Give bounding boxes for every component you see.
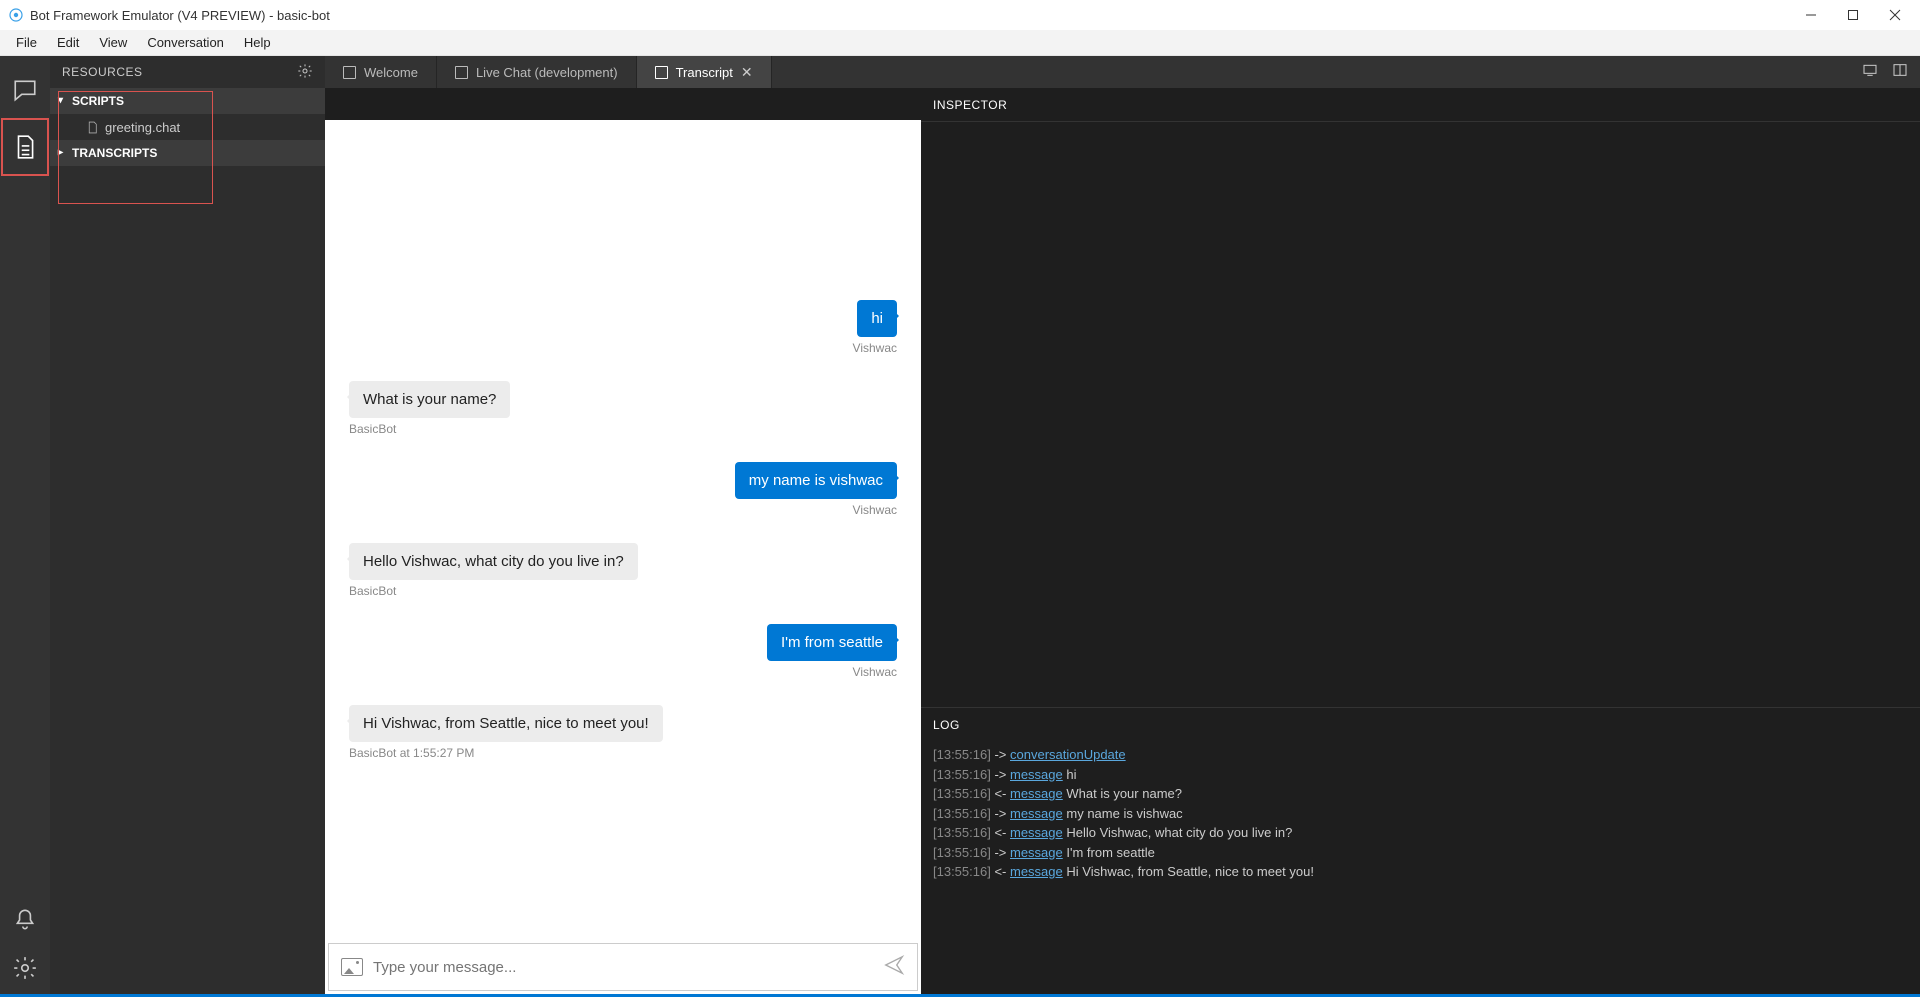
message-group: hi Vishwac [349,300,897,373]
log-type-link[interactable]: message [1010,786,1063,801]
message-group: What is your name? BasicBot [349,381,897,454]
message-meta: Vishwac [853,341,897,355]
tab-welcome[interactable]: Welcome [325,56,437,88]
activity-settings-icon[interactable] [1,946,49,990]
window-close-button[interactable] [1888,8,1902,22]
message-meta: BasicBot at 1:55:27 PM [349,746,474,760]
chat-canvas: hi Vishwac What is your name? BasicBot m… [325,120,921,994]
log-body[interactable]: [13:55:16] -> conversationUpdate [13:55:… [921,741,1920,994]
log-entry: [13:55:16] -> message hi [933,765,1908,785]
file-icon [86,121,99,134]
tab-icon [655,66,668,79]
activity-resources-icon[interactable] [1,118,49,176]
log-type-link[interactable]: message [1010,767,1063,782]
split-editor-icon[interactable] [1892,62,1908,83]
tab-livechat[interactable]: Live Chat (development) [437,56,637,88]
log-header: LOG [921,707,1920,741]
message-group: Hello Vishwac, what city do you live in?… [349,543,897,616]
caret-right-icon: ▸ [58,147,63,158]
log-type-link[interactable]: message [1010,825,1063,840]
message-composer [328,943,918,991]
tree-file-greeting[interactable]: greeting.chat [50,115,325,140]
sidebar-title: RESOURCES [62,65,143,79]
log-entry: [13:55:16] <- message Hello Vishwac, wha… [933,823,1908,843]
send-icon[interactable] [883,954,905,981]
tree-section-label: TRANSCRIPTS [72,146,157,160]
presentation-mode-icon[interactable] [1862,62,1878,83]
message-group: my name is vishwac Vishwac [349,462,897,535]
tree-section-label: SCRIPTS [72,94,124,108]
menubar: File Edit View Conversation Help [0,30,1920,56]
tab-close-icon[interactable]: ✕ [741,64,753,81]
main: RESOURCES ▾ SCRIPTS greeting.chat ▸ TRAN… [0,56,1920,994]
user-message-bubble[interactable]: my name is vishwac [735,462,897,499]
bot-message-bubble[interactable]: Hello Vishwac, what city do you live in? [349,543,638,580]
user-message-bubble[interactable]: hi [857,300,897,337]
message-list[interactable]: hi Vishwac What is your name? BasicBot m… [325,120,921,940]
message-group: Hi Vishwac, from Seattle, nice to meet y… [349,705,897,778]
menu-help[interactable]: Help [234,31,281,54]
message-meta: BasicBot [349,422,396,436]
log-type-link[interactable]: conversationUpdate [1010,747,1126,762]
window-title: Bot Framework Emulator (V4 PREVIEW) - ba… [30,8,1804,23]
log-title: LOG [933,718,960,732]
chat-column: hi Vishwac What is your name? BasicBot m… [325,88,921,994]
content-row: hi Vishwac What is your name? BasicBot m… [325,88,1920,994]
tab-label: Transcript [676,65,733,80]
right-panel: INSPECTOR LOG [13:55:16] -> conversation… [921,88,1920,994]
menu-file[interactable]: File [6,31,47,54]
tab-label: Welcome [364,65,418,80]
caret-down-icon: ▾ [58,95,63,106]
log-type-link[interactable]: message [1010,806,1063,821]
message-input[interactable] [373,959,883,976]
app-icon [8,7,24,23]
activity-chat-icon[interactable] [1,68,49,112]
inspector-header: INSPECTOR [921,88,1920,122]
resource-tree: ▾ SCRIPTS greeting.chat ▸ TRANSCRIPTS [50,88,325,167]
message-meta: BasicBot [349,584,396,598]
bot-message-bubble[interactable]: What is your name? [349,381,510,418]
tree-section-transcripts[interactable]: ▸ TRANSCRIPTS [50,140,325,166]
tab-label: Live Chat (development) [476,65,618,80]
tree-file-label: greeting.chat [105,120,180,135]
editor-area: Welcome Live Chat (development) Transcri… [325,56,1920,994]
activity-notifications-icon[interactable] [1,898,49,942]
log-entry: [13:55:16] <- message What is your name? [933,784,1908,804]
log-entry: [13:55:16] -> message my name is vishwac [933,804,1908,824]
menu-edit[interactable]: Edit [47,31,89,54]
tab-transcript[interactable]: Transcript ✕ [637,56,772,88]
sidebar-settings-icon[interactable] [297,63,313,82]
sidebar: RESOURCES ▾ SCRIPTS greeting.chat ▸ TRAN… [50,56,325,994]
menu-view[interactable]: View [89,31,137,54]
window-maximize-button[interactable] [1846,8,1860,22]
activity-bar [0,56,50,994]
inspector-title: INSPECTOR [933,98,1007,112]
tab-row: Welcome Live Chat (development) Transcri… [325,56,1920,88]
attach-image-icon[interactable] [341,958,363,976]
message-meta: Vishwac [853,665,897,679]
titlebar: Bot Framework Emulator (V4 PREVIEW) - ba… [0,0,1920,30]
log-entry: [13:55:16] -> message I'm from seattle [933,843,1908,863]
tree-section-scripts[interactable]: ▾ SCRIPTS [50,88,325,114]
log-entry: [13:55:16] <- message Hi Vishwac, from S… [933,862,1908,882]
message-group: I'm from seattle Vishwac [349,624,897,697]
log-type-link[interactable]: message [1010,845,1063,860]
log-type-link[interactable]: message [1010,864,1063,879]
tab-icon [455,66,468,79]
inspector-body [921,122,1920,367]
user-message-bubble[interactable]: I'm from seattle [767,624,897,661]
log-entry: [13:55:16] -> conversationUpdate [933,745,1908,765]
tab-icon [343,66,356,79]
menu-conversation[interactable]: Conversation [137,31,234,54]
window-minimize-button[interactable] [1804,8,1818,22]
message-meta: Vishwac [853,503,897,517]
bot-message-bubble[interactable]: Hi Vishwac, from Seattle, nice to meet y… [349,705,663,742]
